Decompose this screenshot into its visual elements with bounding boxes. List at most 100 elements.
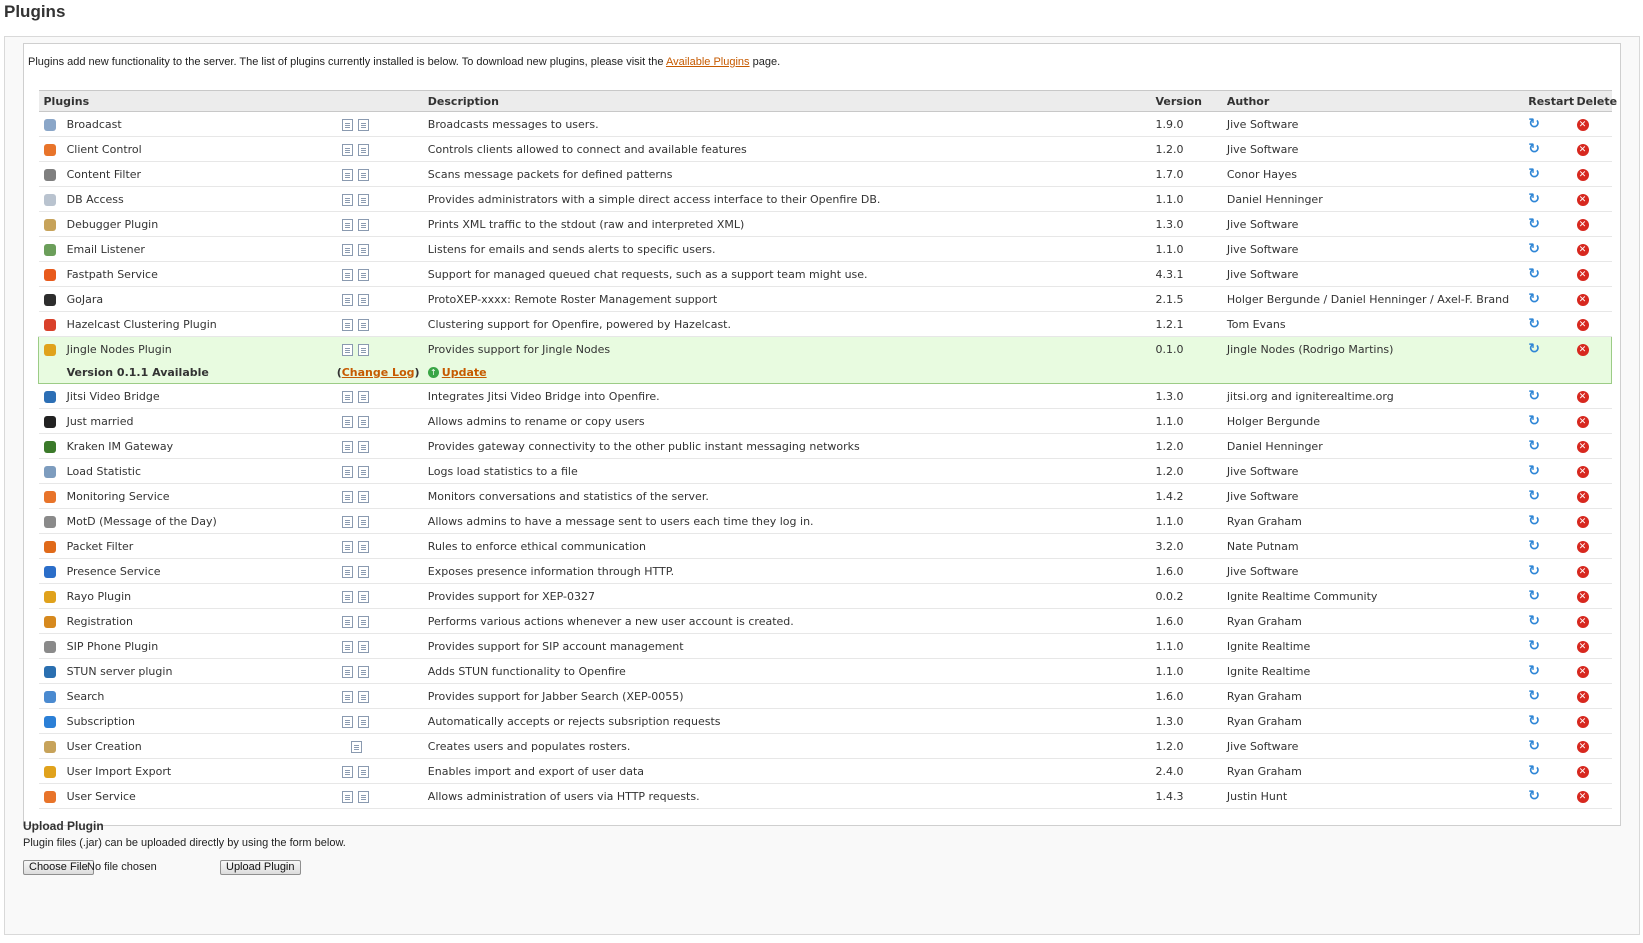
- restart-icon[interactable]: ↻: [1528, 688, 1540, 704]
- changelog-doc-icon[interactable]: [357, 540, 369, 553]
- restart-icon[interactable]: ↻: [1528, 638, 1540, 654]
- changelog-doc-icon[interactable]: [357, 590, 369, 603]
- restart-icon[interactable]: ↻: [1528, 563, 1540, 579]
- changelog-doc-icon[interactable]: [357, 715, 369, 728]
- delete-icon[interactable]: ✕: [1576, 244, 1589, 256]
- readme-doc-icon[interactable]: [341, 118, 353, 131]
- changelog-doc-icon[interactable]: [357, 390, 369, 403]
- delete-icon[interactable]: ✕: [1576, 144, 1589, 156]
- changelog-doc-icon[interactable]: [357, 790, 369, 803]
- delete-icon[interactable]: ✕: [1576, 294, 1589, 306]
- restart-icon[interactable]: ↻: [1528, 588, 1540, 604]
- readme-doc-icon[interactable]: [341, 415, 353, 428]
- delete-icon[interactable]: ✕: [1576, 666, 1589, 678]
- changelog-doc-icon[interactable]: [357, 565, 369, 578]
- restart-icon[interactable]: ↻: [1528, 513, 1540, 529]
- restart-icon[interactable]: ↻: [1528, 341, 1540, 357]
- restart-icon[interactable]: ↻: [1528, 763, 1540, 779]
- delete-icon[interactable]: ✕: [1576, 541, 1589, 553]
- changelog-doc-icon[interactable]: [357, 343, 369, 356]
- changelog-doc-icon[interactable]: [357, 415, 369, 428]
- available-plugins-link[interactable]: Available Plugins: [666, 56, 750, 68]
- changelog-doc-icon[interactable]: [357, 665, 369, 678]
- readme-doc-icon[interactable]: [341, 293, 353, 306]
- readme-doc-icon[interactable]: [341, 465, 353, 478]
- restart-icon[interactable]: ↻: [1528, 738, 1540, 754]
- readme-doc-icon[interactable]: [341, 590, 353, 603]
- restart-icon[interactable]: ↻: [1528, 488, 1540, 504]
- delete-icon[interactable]: ✕: [1576, 641, 1589, 653]
- changelog-doc-icon[interactable]: [357, 690, 369, 703]
- delete-icon[interactable]: ✕: [1576, 219, 1589, 231]
- readme-doc-icon[interactable]: [341, 193, 353, 206]
- update-link[interactable]: Update: [442, 366, 487, 379]
- delete-icon[interactable]: ✕: [1576, 791, 1589, 803]
- changelog-doc-icon[interactable]: [357, 293, 369, 306]
- restart-icon[interactable]: ↻: [1528, 141, 1540, 157]
- readme-doc-icon[interactable]: [341, 615, 353, 628]
- restart-icon[interactable]: ↻: [1528, 663, 1540, 679]
- changelog-doc-icon[interactable]: [357, 268, 369, 281]
- delete-icon[interactable]: ✕: [1576, 491, 1589, 503]
- readme-doc-icon[interactable]: [341, 268, 353, 281]
- delete-icon[interactable]: ✕: [1576, 591, 1589, 603]
- readme-doc-icon[interactable]: [341, 243, 353, 256]
- delete-icon[interactable]: ✕: [1576, 319, 1589, 331]
- restart-icon[interactable]: ↻: [1528, 413, 1540, 429]
- delete-icon[interactable]: ✕: [1576, 344, 1589, 356]
- delete-icon[interactable]: ✕: [1576, 466, 1589, 478]
- readme-doc-icon[interactable]: [341, 515, 353, 528]
- delete-icon[interactable]: ✕: [1576, 716, 1589, 728]
- restart-icon[interactable]: ↻: [1528, 316, 1540, 332]
- changelog-doc-icon[interactable]: [357, 218, 369, 231]
- restart-icon[interactable]: ↻: [1528, 216, 1540, 232]
- restart-icon[interactable]: ↻: [1528, 388, 1540, 404]
- readme-doc-icon[interactable]: [341, 143, 353, 156]
- restart-icon[interactable]: ↻: [1528, 788, 1540, 804]
- changelog-doc-icon[interactable]: [357, 440, 369, 453]
- restart-icon[interactable]: ↻: [1528, 538, 1540, 554]
- restart-icon[interactable]: ↻: [1528, 241, 1540, 257]
- delete-icon[interactable]: ✕: [1576, 169, 1589, 181]
- readme-doc-icon[interactable]: [341, 790, 353, 803]
- delete-icon[interactable]: ✕: [1576, 516, 1589, 528]
- changelog-doc-icon[interactable]: [357, 465, 369, 478]
- readme-doc-icon[interactable]: [341, 168, 353, 181]
- delete-icon[interactable]: ✕: [1576, 416, 1589, 428]
- readme-doc-icon[interactable]: [341, 490, 353, 503]
- changelog-doc-icon[interactable]: [357, 168, 369, 181]
- changelog-doc-icon[interactable]: [357, 490, 369, 503]
- restart-icon[interactable]: ↻: [1528, 191, 1540, 207]
- restart-icon[interactable]: ↻: [1528, 266, 1540, 282]
- readme-doc-icon[interactable]: [341, 765, 353, 778]
- changelog-doc-icon[interactable]: [357, 640, 369, 653]
- readme-doc-icon[interactable]: [341, 343, 353, 356]
- readme-doc-icon[interactable]: [341, 565, 353, 578]
- changelog-doc-icon[interactable]: [357, 243, 369, 256]
- readme-doc-icon[interactable]: [350, 740, 362, 753]
- readme-doc-icon[interactable]: [341, 665, 353, 678]
- readme-doc-icon[interactable]: [341, 218, 353, 231]
- restart-icon[interactable]: ↻: [1528, 291, 1540, 307]
- restart-icon[interactable]: ↻: [1528, 463, 1540, 479]
- readme-doc-icon[interactable]: [341, 440, 353, 453]
- changelog-doc-icon[interactable]: [357, 615, 369, 628]
- restart-icon[interactable]: ↻: [1528, 116, 1540, 132]
- delete-icon[interactable]: ✕: [1576, 766, 1589, 778]
- changelog-doc-icon[interactable]: [357, 765, 369, 778]
- delete-icon[interactable]: ✕: [1576, 391, 1589, 403]
- upload-plugin-button[interactable]: Upload Plugin: [220, 860, 301, 875]
- delete-icon[interactable]: ✕: [1576, 691, 1589, 703]
- delete-icon[interactable]: ✕: [1576, 194, 1589, 206]
- readme-doc-icon[interactable]: [341, 640, 353, 653]
- changelog-doc-icon[interactable]: [357, 193, 369, 206]
- readme-doc-icon[interactable]: [341, 318, 353, 331]
- changelog-doc-icon[interactable]: [357, 118, 369, 131]
- restart-icon[interactable]: ↻: [1528, 613, 1540, 629]
- delete-icon[interactable]: ✕: [1576, 269, 1589, 281]
- restart-icon[interactable]: ↻: [1528, 713, 1540, 729]
- choose-file-button[interactable]: Choose File: [23, 860, 94, 875]
- readme-doc-icon[interactable]: [341, 390, 353, 403]
- delete-icon[interactable]: ✕: [1576, 616, 1589, 628]
- changelog-link[interactable]: Change Log: [342, 366, 415, 379]
